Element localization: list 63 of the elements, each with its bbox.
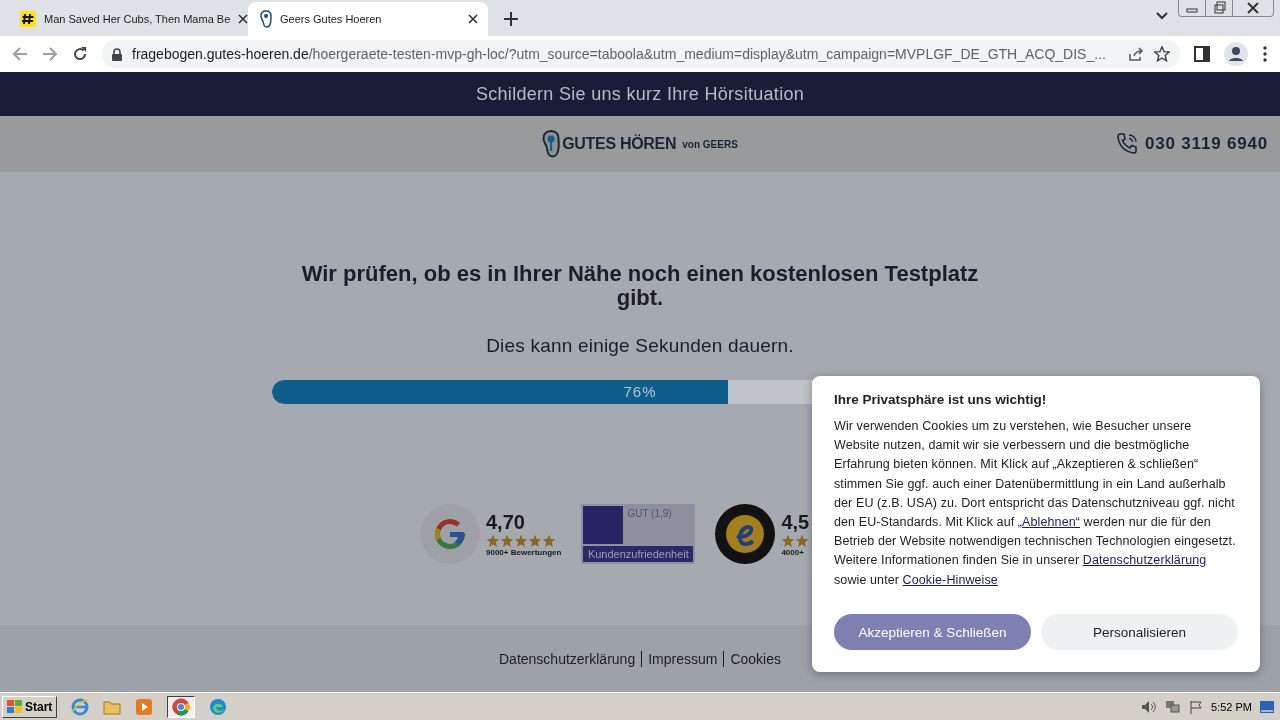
star-icon	[486, 534, 500, 547]
ear-logo-icon	[542, 130, 561, 158]
start-button[interactable]: Start	[2, 695, 58, 718]
review-count: 9000+ Bewertungen	[486, 548, 562, 557]
tab-title: Geers Gutes Hoeren	[280, 13, 383, 25]
star-icon	[528, 534, 542, 547]
seal-grade: GUT (1,9)	[626, 507, 673, 521]
star-icon	[542, 534, 556, 547]
cookie-notice: Wir verwenden Cookies um zu verstehen, wie Besucher unsere Website nutzen, damit wir sie verbessern und die bestmögliche Erfahrung bieten können. Mit Klick auf „Akzeptieren & schließen“ stimmen Sie ggf. auch einer Datenübermittlung in ein Land außerhalb der EU (z.B. USA) zu. Dort entspricht das Datenschutzniveau ggf. nicht den EU-Standards. Mit Klick auf „Ablehnen“ werden nur die für den Betrieb der Website notwendigen technischen Technologien eingesetzt. Weitere Informationen finden Sie in unserer Datenschutzerklärung sowie unter Cookie-Hinweise	[834, 418, 1237, 589]
flag-icon[interactable]	[1189, 699, 1204, 714]
side-panel-icon[interactable]	[1194, 46, 1210, 62]
lock-icon	[112, 47, 122, 61]
reload-icon[interactable]	[72, 46, 88, 62]
rating-score: 4,70	[486, 511, 526, 534]
show-desktop-icon[interactable]	[1260, 700, 1274, 713]
address-bar[interactable]: fragebogen.gutes-hoeren.de/hoergeraete-testen-mvp-gh-loc/?utm_source=taboola&utm_medium=display&utm_campaign=MVPLGF_DE_GTH_ACQ_DIS_...	[102, 40, 1180, 68]
menu-icon[interactable]	[1262, 46, 1268, 62]
loading-subheading: Dies kann einige Sekunden dauern.	[486, 335, 794, 357]
review-count: 4000+	[781, 548, 805, 557]
footer-link[interactable]: Datenschutzerklärung	[499, 650, 636, 667]
logo-suffix: von GEERS	[682, 138, 738, 150]
footer-link[interactable]: Cookies	[730, 650, 781, 667]
dialog-title: Ihre Privatsphäre ist uns wichtig!	[834, 392, 1048, 407]
volume-icon[interactable]	[1141, 699, 1158, 714]
loading-heading: Wir prüfen, ob es in Ihrer Nähe noch einen kostenlosen Testplatz gibt.	[300, 262, 980, 310]
footer-link[interactable]: Impressum	[648, 650, 718, 667]
google-logo-icon	[420, 504, 480, 564]
star-icon	[500, 534, 514, 547]
back-icon[interactable]	[12, 46, 28, 62]
top-banner: Schildern Sie uns kurz Ihre Hörsituation	[0, 72, 1280, 116]
chrome-icon[interactable]	[172, 697, 191, 716]
rating-score: 4,5	[781, 511, 810, 534]
privacy-link[interactable]: Datenschutzerklärung	[1082, 553, 1207, 568]
forward-icon[interactable]	[42, 46, 58, 62]
new-tab-icon[interactable]	[504, 12, 518, 26]
media-player-icon[interactable]	[135, 697, 154, 716]
star-icon	[514, 534, 528, 547]
hash-icon	[20, 11, 36, 27]
ear-icon	[260, 10, 272, 28]
close-tab-icon[interactable]	[468, 14, 478, 24]
trusted-seal-icon	[715, 504, 776, 564]
cookie-info-link[interactable]: Cookie-Hinweise	[902, 572, 998, 587]
network-icon[interactable]	[1165, 699, 1182, 714]
logo-name: GUTES HÖREN	[562, 135, 677, 153]
browser-tab[interactable]: Man Saved Her Cubs, Then Mama Be	[8, 2, 248, 36]
close-tab-icon[interactable]	[238, 14, 249, 24]
profile-icon[interactable]	[1224, 42, 1248, 66]
progress-percentage: 76%	[623, 382, 657, 402]
partial-stars-icon	[781, 534, 810, 548]
chevron-down-icon[interactable]	[1156, 9, 1168, 21]
reject-link[interactable]: „Ablehnen“	[1017, 515, 1080, 529]
phone-icon[interactable]	[1115, 132, 1140, 156]
star-icon[interactable]	[1154, 46, 1170, 62]
tab-title: Man Saved Her Cubs, Then Mama Be	[44, 13, 231, 25]
windows-logo-icon	[7, 699, 23, 714]
accept-button[interactable]: Akzeptieren & Schließen	[834, 614, 1031, 650]
browser-tab[interactable]: Geers Gutes Hoeren	[248, 2, 488, 36]
seal-label: Kundenzufriedenheit	[583, 546, 694, 562]
share-icon[interactable]	[1128, 46, 1144, 62]
restore-icon[interactable]	[1205, 0, 1233, 16]
personalize-button[interactable]: Personalisieren	[1041, 614, 1238, 650]
clock: 5:52 PM	[1211, 700, 1252, 713]
phone-number[interactable]: 030 3119 6940	[1145, 134, 1268, 154]
